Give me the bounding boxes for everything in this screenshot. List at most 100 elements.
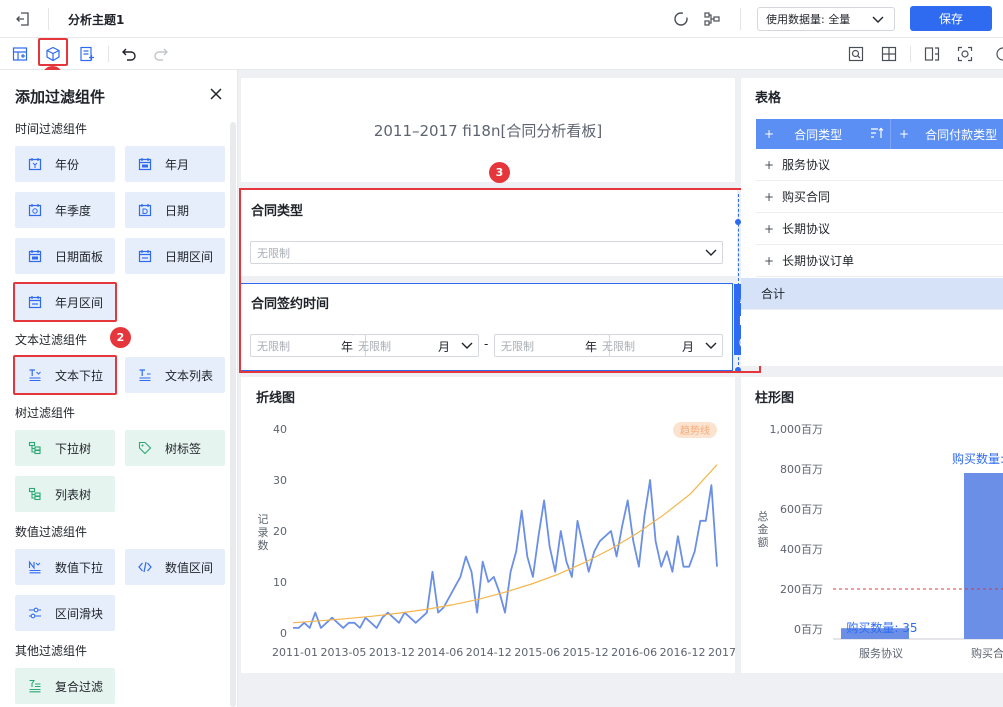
refresh-icon[interactable] [671, 9, 691, 29]
table-card: 表格 + 合同类型 + 合同付款类型 + 服务协议 + 购买合同 + 长期协议 + 长期… [741, 78, 1003, 366]
highlight-filter-area [239, 188, 761, 373]
screenshot-icon[interactable] [955, 44, 975, 64]
expand-plus-icon[interactable]: + [899, 127, 909, 141]
split-view-icon[interactable] [922, 44, 942, 64]
filter-list-tree[interactable]: 列表树 [15, 476, 115, 512]
x-tick-label: 2011-01 [272, 646, 318, 659]
x-tick-label: 2014-06 [417, 646, 463, 659]
column-header[interactable]: + 合同类型 [756, 119, 891, 149]
y-tick-label: 0 [280, 627, 287, 640]
step-badge-3: 3 [489, 162, 510, 183]
column-header[interactable]: + 合同付款类型 [891, 119, 1003, 149]
row-label: 长期协议订单 [782, 254, 855, 268]
chip-label: 年季度 [55, 203, 92, 218]
data-volume-label: 使用数据量: 全量 [766, 13, 851, 26]
line-chart-card: 折线图 0 10 20 30 40 记录数 2011-01 2013-05 2013-12 201… [241, 377, 735, 673]
chip-label: 数值区间 [165, 560, 214, 575]
row-label: 购买合同 [782, 190, 831, 204]
calendar-range-icon [137, 248, 153, 264]
expand-plus-icon[interactable]: + [760, 254, 778, 268]
chip-label: 日期 [165, 203, 190, 218]
exit-icon[interactable] [12, 9, 34, 29]
preview-icon[interactable] [846, 44, 866, 64]
table-row[interactable]: + 购买合同 [756, 181, 1003, 213]
expand-plus-icon[interactable]: + [760, 158, 778, 172]
chip-label: 日期区间 [165, 249, 214, 264]
column-label: 合同类型 [794, 127, 843, 142]
filter-range-slider[interactable]: 区间滑块 [15, 595, 115, 631]
y-tick-label: 400百万 [780, 543, 823, 556]
chip-label: 树标签 [165, 441, 202, 456]
calendar-q-icon [27, 202, 43, 218]
total-label: 合计 [761, 287, 786, 301]
filter-number-range[interactable]: 数值区间 [125, 549, 225, 585]
calendar-y-icon [27, 156, 43, 172]
redo-icon[interactable] [151, 44, 171, 64]
filter-year-quarter[interactable]: 年季度 [15, 192, 115, 228]
add-chart-icon[interactable] [10, 44, 30, 64]
table-total-row: 合计 [741, 278, 1003, 310]
filter-tree-tag[interactable]: 树标签 [125, 430, 225, 466]
filter-panel: 添加过滤组件 时间过滤组件 年份 年月 年季度 日期 日期面板 日期区间 年月区… [0, 70, 238, 707]
row-label: 长期协议 [782, 222, 831, 236]
chip-label: 年份 [55, 157, 80, 172]
composite-filter-icon [27, 678, 43, 694]
calendar-icon [27, 248, 43, 264]
trend-line [292, 464, 718, 624]
table-row[interactable]: + 长期协议 [756, 213, 1003, 245]
table-title: 表格 [755, 91, 782, 106]
table-row[interactable]: + 长期协议订单 [756, 245, 1003, 277]
add-text-icon[interactable] [77, 44, 97, 64]
layout-icon[interactable] [879, 44, 899, 64]
y-tick-label: 20 [273, 525, 287, 538]
data-label: 购买数量: 35 [846, 620, 917, 635]
filter-date[interactable]: 日期 [125, 192, 225, 228]
chip-label: 区间滑块 [55, 606, 104, 621]
expand-plus-icon[interactable]: + [760, 222, 778, 236]
more-icon[interactable] [993, 44, 1003, 64]
toolbar [0, 38, 1003, 70]
filter-number-dropdown[interactable]: 数值下拉 [15, 549, 115, 585]
filter-composite[interactable]: 复合过滤 [15, 668, 115, 704]
x-tick-label: 2015-06 [514, 646, 560, 659]
filter-date-panel[interactable]: 日期面板 [15, 238, 115, 274]
y-tick-label: 0百万 [794, 623, 823, 636]
expand-plus-icon[interactable]: + [760, 190, 778, 204]
data-link-icon[interactable] [702, 9, 722, 29]
chip-label: 日期面板 [55, 249, 104, 264]
y-tick-label: 10 [273, 576, 287, 589]
table-header: + 合同类型 + 合同付款类型 [756, 119, 1003, 149]
filter-dropdown-tree[interactable]: 下拉树 [15, 430, 115, 466]
highlight-year-month-range [13, 282, 117, 322]
chip-label: 下拉树 [55, 441, 92, 456]
top-bar: 分析主题1 使用数据量: 全量 保存 [0, 0, 1003, 38]
y-tick-label: 30 [273, 474, 287, 487]
calendar-d-icon [137, 202, 153, 218]
step-badge-2: 2 [110, 327, 131, 348]
sort-icon[interactable] [870, 127, 884, 143]
divider [48, 8, 49, 30]
chip-label: 列表树 [55, 487, 92, 502]
chevron-down-icon [871, 12, 885, 29]
y-tick-label: 1,000百万 [770, 423, 824, 436]
filter-year-month[interactable]: 年月 [125, 146, 225, 182]
data-volume-select[interactable]: 使用数据量: 全量 [757, 7, 895, 31]
filter-year[interactable]: 年份 [15, 146, 115, 182]
chip-label: 复合过滤 [55, 679, 104, 694]
group-label-other: 其他过滤组件 [15, 644, 88, 658]
table-row[interactable]: + 服务协议 [756, 149, 1003, 181]
filter-date-range[interactable]: 日期区间 [125, 238, 225, 274]
panel-scrollbar[interactable] [230, 122, 236, 707]
column-label: 合同付款类型 [925, 127, 998, 142]
x-tick-label: 2016-12 [660, 646, 706, 659]
close-icon[interactable] [208, 86, 224, 102]
expand-plus-icon[interactable]: + [764, 127, 774, 141]
bar [964, 473, 1003, 639]
undo-icon[interactable] [119, 44, 139, 64]
text-list-icon [137, 367, 153, 383]
save-button[interactable]: 保存 [910, 6, 992, 31]
y-tick-label: 600百万 [780, 503, 823, 516]
filter-text-list[interactable]: 文本列表 [125, 357, 225, 393]
group-label-numeric: 数值过滤组件 [15, 525, 88, 539]
group-label-tree: 树过滤组件 [15, 406, 76, 420]
